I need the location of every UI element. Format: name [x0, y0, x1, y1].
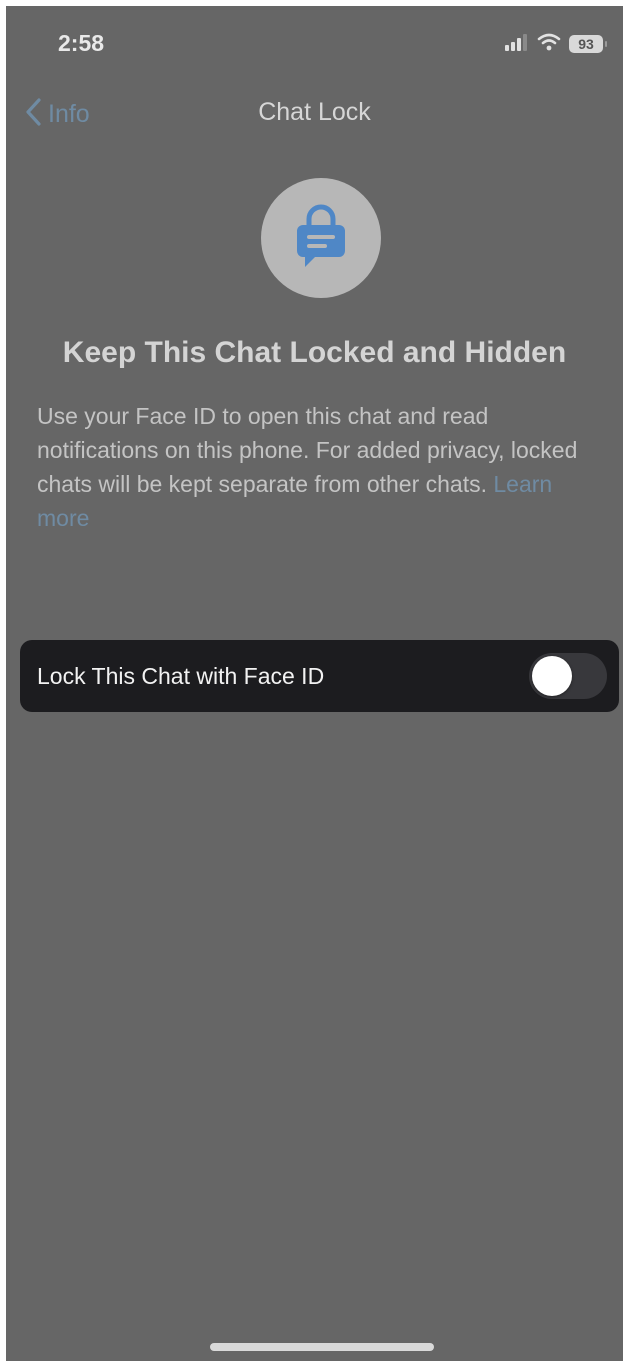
- toggle-knob: [532, 656, 572, 696]
- description: Use your Face ID to open this chat and r…: [37, 399, 597, 535]
- screen: 2:58 93 Info Chat Lock Keep This Chat Lo…: [6, 6, 623, 1361]
- status-icons: 93: [505, 32, 607, 56]
- lock-chat-row: Lock This Chat with Face ID: [20, 640, 619, 712]
- hero-icon-circle: [261, 178, 381, 298]
- lock-chat-icon: [291, 203, 351, 274]
- battery-icon: 93: [569, 35, 607, 53]
- status-time: 2:58: [58, 30, 105, 56]
- headline: Keep This Chat Locked and Hidden: [62, 336, 567, 369]
- home-indicator[interactable]: [210, 1343, 434, 1351]
- lock-chat-label: Lock This Chat with Face ID: [37, 662, 325, 689]
- wifi-icon: [537, 33, 561, 56]
- cellular-signal-icon: [505, 33, 529, 56]
- lock-chat-toggle[interactable]: [529, 653, 607, 699]
- page-title: Chat Lock: [258, 98, 371, 126]
- battery-level: 93: [578, 36, 594, 52]
